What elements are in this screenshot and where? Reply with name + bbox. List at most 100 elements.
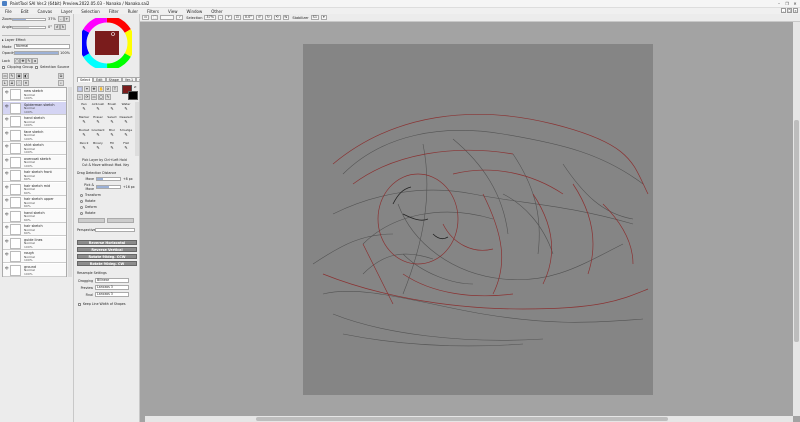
lasso-select-icon[interactable]: ⬚ (77, 86, 83, 92)
tool-scrollbar[interactable] (135, 102, 139, 156)
canvas-horizontal-scrollbar[interactable] (145, 416, 793, 422)
tool-selpen[interactable]: Select ✎ (105, 115, 119, 126)
rotate-left-icon[interactable]: ↺ (255, 15, 263, 20)
transform-option-1[interactable]: Transform (80, 193, 101, 197)
stabilizer-dropdown-icon[interactable]: ▾ (320, 15, 327, 20)
menu-layer[interactable]: Layer (61, 9, 72, 14)
opacity-slider[interactable] (14, 51, 59, 55)
tool-pen[interactable]: Pen ✎ (77, 102, 91, 113)
menu-canvas[interactable]: Canvas (37, 9, 52, 14)
flip-icon[interactable]: ⇆ (282, 15, 290, 20)
eye-icon[interactable]: 👁 (5, 199, 9, 202)
deform-radio[interactable] (80, 205, 83, 209)
eye-icon[interactable]: 👁 (5, 239, 9, 243)
rotate-right-icon[interactable]: ↻ (264, 15, 272, 20)
keep-line-checkbox[interactable] (78, 302, 81, 306)
eye-icon[interactable]: 👁 (5, 145, 9, 148)
minimize-icon[interactable]: – (776, 1, 782, 6)
tab-ver1[interactable]: Ver.1 (121, 77, 137, 82)
swap-color-icon[interactable]: ⇄ (134, 85, 137, 89)
text-icon[interactable]: T (112, 86, 118, 92)
zoom-fit-icon[interactable]: ⊡ (234, 15, 241, 20)
maximize-icon[interactable]: ❐ (784, 1, 790, 6)
tool-airbrush[interactable]: Airbrush ✎ (91, 102, 105, 113)
tool-flat[interactable]: Flat ✎ (119, 141, 133, 152)
layer-item[interactable]: 👁 guide lines Normal 100% (3, 236, 66, 250)
tool-bucket[interactable]: Bucket ✎ (77, 128, 91, 139)
layer-item[interactable]: 👁 overcoat sketch Normal 100% (3, 155, 66, 169)
tool-smudge[interactable]: Smudge ✎ (119, 128, 133, 139)
layer-item[interactable]: 👁 hair sketch upper Normal 60% (3, 196, 66, 209)
clear-icon[interactable]: ◌ (16, 80, 22, 86)
horizontal-scroll-thumb[interactable] (256, 417, 668, 421)
tool-seleras[interactable]: Deselect ✎ (119, 115, 133, 126)
layer-item[interactable]: 👁 face sketch Normal 100% (3, 128, 66, 142)
eye-icon[interactable]: 👁 (5, 172, 9, 175)
menu-file[interactable]: File (5, 9, 12, 14)
rotate-radio[interactable] (80, 199, 83, 203)
eye-icon[interactable]: 👁 (5, 118, 9, 121)
layer-item[interactable]: 👁 shirt sketch Normal 100% (3, 142, 66, 155)
reset-rotate-icon[interactable]: ⟲ (273, 15, 281, 20)
transfer-down-icon[interactable]: ↓ (2, 80, 8, 86)
reverse-vertical-button[interactable]: Reverse Vertical (77, 247, 137, 252)
zoom-display[interactable]: 37% (204, 15, 216, 20)
preview-select[interactable]: Lanczos 3 (95, 285, 129, 290)
canvas-paper[interactable] (303, 44, 653, 395)
eyedropper-icon[interactable]: ⊘ (105, 86, 111, 92)
cancel-button[interactable] (107, 218, 134, 223)
tool-binary[interactable]: Binary ✎ (91, 141, 105, 152)
pick-layer-row[interactable]: Pick Layer by Ctrl+Left Hold (82, 158, 127, 162)
deselect-icon[interactable]: ⬚ (151, 15, 159, 20)
transform-option-2[interactable]: Rotate (80, 199, 95, 203)
menu-selection[interactable]: Selection (81, 9, 99, 14)
layer-item[interactable]: 👁 hair sketch front Normal 60% (3, 169, 66, 182)
menu-filters[interactable]: Filters (147, 9, 159, 14)
stabilizer-select[interactable]: S1 (310, 15, 319, 20)
transform-option-4[interactable]: Rotate (80, 211, 95, 215)
layer-item[interactable]: 👁 Spiderman sketch Normal 100% (3, 101, 66, 115)
lock-alpha-icon[interactable]: α (32, 58, 38, 64)
trash-icon[interactable]: ✕ (23, 80, 29, 86)
search-icon[interactable]: ⌕ (58, 80, 64, 86)
menu-filter[interactable]: Filter (109, 9, 119, 14)
layer-item[interactable]: 👁 hand sketch Normal 100% (3, 115, 66, 128)
menu-window[interactable]: Window (187, 9, 203, 14)
pen-icon[interactable]: ✎ (105, 94, 111, 100)
angle-display[interactable]: 0.0° (242, 15, 254, 20)
clipping-checkbox[interactable] (2, 65, 5, 69)
zoom-out-icon[interactable]: - (217, 15, 224, 20)
select-mode-icon[interactable]: ▭ (142, 15, 150, 20)
eye-icon[interactable]: 👁 (5, 158, 9, 162)
close-icon[interactable]: ✕ (793, 8, 798, 13)
tool-blur[interactable]: Blur ✎ (105, 128, 119, 139)
tool-brush[interactable]: Brush ✎ (105, 102, 119, 113)
new-mask-icon[interactable]: ◧ (23, 73, 29, 79)
eye-icon[interactable]: 👁 (5, 266, 9, 270)
menu-edit[interactable]: Edit (21, 9, 29, 14)
transform-option-3[interactable]: Deform (80, 205, 97, 209)
zoom-icon[interactable]: ⌕ (77, 94, 83, 100)
secondary-color-swatch[interactable] (128, 91, 138, 100)
keep-line-row[interactable]: Keep Line Width of Shapes (78, 302, 126, 306)
rotate-icon[interactable]: ⟳ (84, 94, 90, 100)
layer-item[interactable]: 👁 ground Normal 100% (3, 263, 66, 277)
tool-water[interactable]: Water ✎ (119, 102, 133, 113)
layer-item[interactable]: 👁 rough Normal 100% (3, 250, 66, 263)
rotate2-radio[interactable] (80, 211, 83, 215)
layer-item[interactable]: 👁 hair sketch Normal 60% (3, 223, 66, 236)
menu-other[interactable]: Other (211, 9, 222, 14)
hand-icon[interactable]: ✋ (98, 86, 104, 92)
dragging-select[interactable]: Bilinear (95, 278, 129, 283)
selection-source-checkbox[interactable] (35, 65, 38, 69)
angle-slider[interactable] (12, 25, 46, 29)
tab-edit[interactable]: Edit (93, 77, 106, 82)
minimize-icon[interactable]: – (781, 8, 786, 13)
eye-icon[interactable]: 👁 (5, 226, 9, 229)
cut-move-row[interactable]: Cut & Move without Mod. Key (82, 163, 129, 167)
zoom-slider[interactable] (12, 17, 46, 21)
layer-item[interactable]: 👁 hair sketch mid Normal 60% (3, 182, 66, 196)
new-layer-icon[interactable]: ▭ (2, 73, 8, 79)
transform-radio[interactable] (80, 193, 83, 197)
rect-select-icon[interactable]: ▭ (91, 94, 97, 100)
